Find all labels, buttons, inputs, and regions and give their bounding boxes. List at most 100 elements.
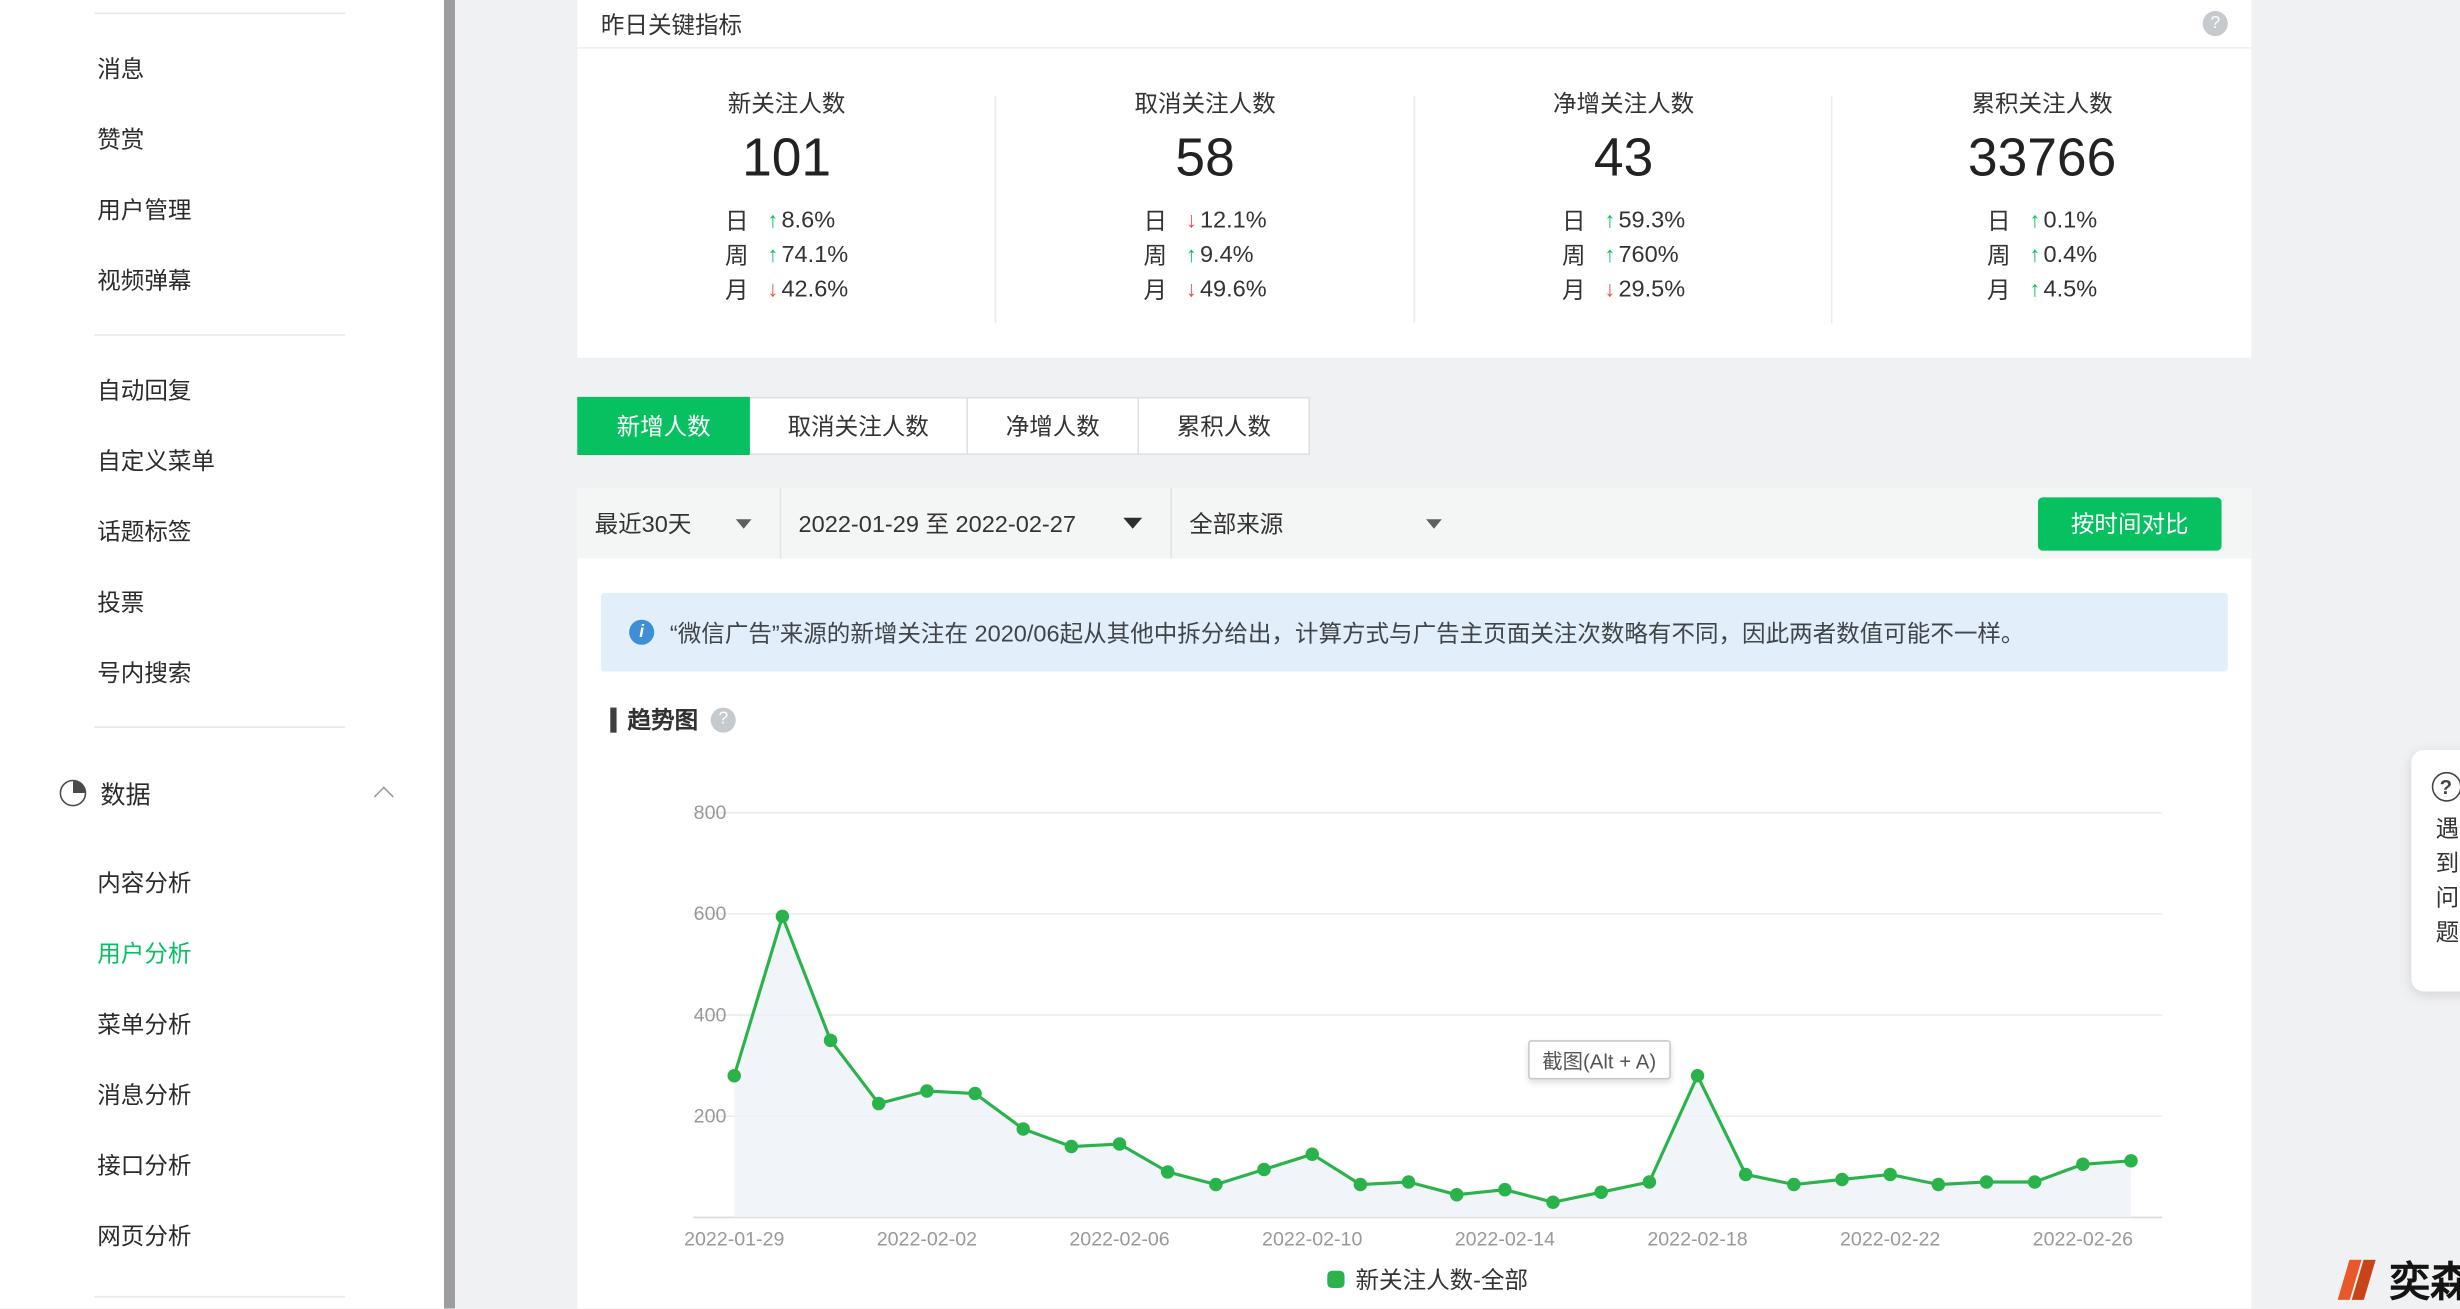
svg-text:2022-02-10: 2022-02-10: [1262, 1229, 1362, 1251]
page: 消息 赞赏 用户管理 视频弹幕 自动回复 自定义菜单 话题标签 投票 号内搜索 …: [0, 0, 2460, 1308]
tab-net-increase[interactable]: 净增人数: [968, 397, 1139, 455]
help-icon[interactable]: ?: [711, 707, 736, 732]
key-metrics-title: 昨日关键指标: [601, 7, 742, 40]
info-banner-text: “微信广告”来源的新增关注在 2020/06起从其他中拆分给出，计算方式与广告主…: [670, 616, 2025, 649]
metric-trend-row: 周74.1%: [725, 237, 848, 272]
sidebar-item-topic-tags[interactable]: 话题标签: [0, 496, 444, 567]
chevron-up-icon: [374, 786, 394, 806]
svg-text:2022-02-26: 2022-02-26: [2033, 1229, 2133, 1251]
trend-arrow-icon: [767, 278, 778, 300]
watermark: 奕森格: [2333, 1250, 2460, 1308]
metric-trend-row: 日59.3%: [1562, 202, 1685, 237]
trend-value: 12.1%: [1200, 206, 1267, 233]
sidebar-group-mid: 自动回复 自定义菜单 话题标签 投票 号内搜索: [0, 336, 444, 727]
compare-by-time-button[interactable]: 按时间对比: [2038, 497, 2222, 550]
period-label: 周: [1143, 238, 1167, 271]
metric-trend-rows: 日12.1% 周 9.4% 月 49.6%: [1143, 202, 1266, 306]
period-label: 月: [725, 272, 749, 305]
legend-label: 新关注人数-全部: [1356, 1263, 1529, 1296]
trend-arrow-icon: [1604, 209, 1615, 231]
metric-value: 33766: [1833, 129, 2251, 190]
trend-value: 29.5%: [1618, 275, 1685, 302]
metric-card-net-increase: 净增关注人数 43 日59.3% 周760% 月29.5%: [1414, 49, 1832, 357]
trend-title: 趋势图: [628, 703, 699, 736]
trend-value: 9.4%: [1200, 241, 1254, 268]
metric-trend-row: 日0.1%: [1987, 202, 2097, 237]
period-label: 月: [1143, 272, 1167, 305]
tab-cumulative[interactable]: 累积人数: [1139, 397, 1310, 455]
metric-trend-rows: 日0.1% 周0.4% 月4.5%: [1987, 202, 2097, 306]
metric-trend-row: 月 42.6%: [725, 271, 848, 306]
sidebar-item-content-analysis[interactable]: 内容分析: [0, 847, 444, 918]
scrollbar-thumb[interactable]: [444, 0, 455, 1308]
sidebar-item-user-management[interactable]: 用户管理: [0, 174, 444, 245]
sidebar-item-api-analysis[interactable]: 接口分析: [0, 1130, 444, 1201]
info-banner: i “微信广告”来源的新增关注在 2020/06起从其他中拆分给出，计算方式与广…: [601, 593, 2228, 671]
sidebar-item-custom-menu[interactable]: 自定义菜单: [0, 425, 444, 496]
sidebar-item-appreciation[interactable]: 赞赏: [0, 104, 444, 175]
chart-tabs: 新增人数 取消关注人数 净增人数 累积人数: [577, 397, 1310, 455]
metric-value: 43: [1414, 129, 1832, 190]
sidebar-item-auto-reply[interactable]: 自动回复: [0, 355, 444, 426]
filter-bar: 最近30天 2022-01-29 至 2022-02-27 全部来源 按时间对比: [577, 488, 2251, 559]
help-icon[interactable]: ?: [2203, 11, 2228, 36]
period-label: 日: [1562, 203, 1586, 236]
sidebar-item-menu-analysis[interactable]: 菜单分析: [0, 988, 444, 1059]
range-select-value: 最近30天: [595, 507, 692, 540]
metric-title: 累积关注人数: [1833, 86, 2251, 119]
trend-arrow-icon: [767, 209, 778, 231]
metric-trend-row: 月 49.6%: [1143, 271, 1266, 306]
metric-title: 取消关注人数: [996, 86, 1414, 119]
metric-trend-row: 日8.6%: [725, 202, 848, 237]
sidebar-item-user-analysis[interactable]: 用户分析: [0, 918, 444, 989]
source-select[interactable]: 全部来源: [1172, 488, 1470, 559]
info-icon: i: [629, 620, 654, 645]
divider: [94, 726, 345, 728]
trend-arrow-icon: [1186, 243, 1197, 265]
trend-value: 49.6%: [1200, 275, 1267, 302]
trend-arrow-icon: [1186, 278, 1197, 300]
period-label: 日: [1987, 203, 2011, 236]
metric-card-new-followers: 新关注人数 101 日8.6% 周74.1% 月42.6%: [577, 49, 995, 357]
trend-arrow-icon: [2029, 278, 2040, 300]
help-float-button[interactable]: ? 遇到问题: [2411, 750, 2460, 992]
trend-arrow-icon: [2029, 209, 2040, 231]
trend-value: 74.1%: [781, 241, 848, 268]
range-select[interactable]: 最近30天: [577, 488, 779, 559]
divider: [94, 1296, 345, 1298]
period-label: 月: [1562, 272, 1586, 305]
svg-text:2022-02-02: 2022-02-02: [877, 1229, 977, 1251]
date-range-value: 2022-01-29 至 2022-02-27: [799, 507, 1076, 540]
sidebar-item-messages[interactable]: 消息: [0, 33, 444, 104]
tab-unfollowers[interactable]: 取消关注人数: [750, 397, 968, 455]
sidebar-section-data[interactable]: 数据: [0, 747, 444, 838]
sidebar-item-voting[interactable]: 投票: [0, 566, 444, 637]
brand-logo: [2333, 1254, 2383, 1304]
date-range-select[interactable]: 2022-01-29 至 2022-02-27: [781, 488, 1170, 559]
svg-text:800: 800: [694, 802, 727, 824]
watermark-text: 奕森格: [2389, 1250, 2460, 1308]
sidebar-scrollbar[interactable]: [444, 0, 455, 1308]
sidebar-item-web-analysis[interactable]: 网页分析: [0, 1200, 444, 1271]
data-analytics-icon: [60, 779, 87, 806]
trend-arrow-icon: [767, 243, 778, 265]
trend-value: 42.6%: [781, 275, 848, 302]
sidebar-section-label: 数据: [100, 773, 150, 811]
metric-title: 新关注人数: [577, 86, 995, 119]
trend-arrow-icon: [1186, 209, 1197, 231]
metric-value: 58: [996, 129, 1414, 190]
trend-section-header: 趋势图 ?: [610, 703, 736, 736]
metric-trend-row: 日12.1%: [1143, 202, 1266, 237]
sidebar-item-video-danmu[interactable]: 视频弹幕: [0, 245, 444, 316]
sidebar-item-message-analysis[interactable]: 消息分析: [0, 1059, 444, 1130]
svg-text:2022-02-18: 2022-02-18: [1647, 1229, 1747, 1251]
metric-trend-row: 周 9.4%: [1143, 237, 1266, 272]
tab-new-followers[interactable]: 新增人数: [577, 397, 750, 455]
trend-arrow-icon: [1604, 278, 1615, 300]
app-viewport: 消息 赞赏 用户管理 视频弹幕 自动回复 自定义菜单 话题标签 投票 号内搜索 …: [0, 0, 2460, 1309]
legend-marker: [1327, 1271, 1344, 1288]
sidebar-item-account-search[interactable]: 号内搜索: [0, 637, 444, 708]
trend-value: 0.4%: [2044, 241, 2098, 268]
chart-legend[interactable]: 新关注人数-全部: [675, 1263, 2181, 1296]
period-label: 月: [1987, 272, 2011, 305]
